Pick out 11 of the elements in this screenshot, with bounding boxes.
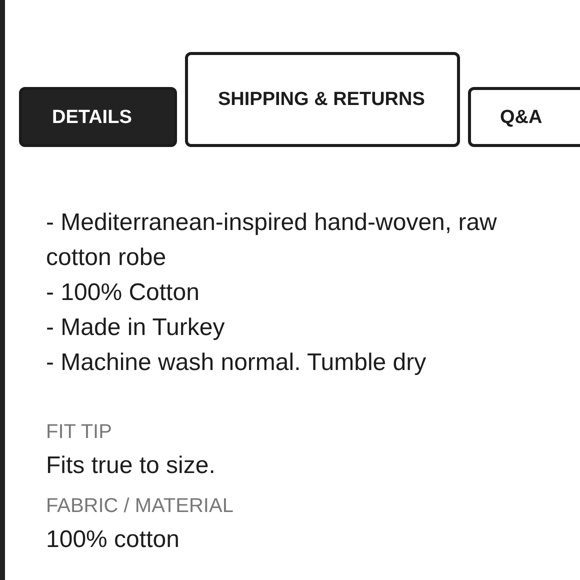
section-heading: FABRIC / MATERIAL bbox=[45, 494, 234, 518]
section-text: 100% cotton bbox=[45, 526, 180, 554]
tab[interactable]: Q&A bbox=[468, 87, 580, 147]
detail-line: - 100% Cotton bbox=[46, 278, 200, 308]
section-text: Fits true to size. bbox=[45, 452, 216, 480]
tab[interactable]: DETAILS bbox=[19, 87, 177, 147]
tab[interactable]: SHIPPING & RETURNS bbox=[185, 52, 460, 147]
detail-line: - Mediterranean-inspired hand-woven, raw cotton robe bbox=[46, 208, 498, 273]
detail-line: - Made in Turkey bbox=[46, 313, 226, 343]
section-heading: FIT TIP bbox=[45, 420, 113, 444]
detail-line: - Machine wash normal. Tumble dry bbox=[46, 348, 428, 378]
